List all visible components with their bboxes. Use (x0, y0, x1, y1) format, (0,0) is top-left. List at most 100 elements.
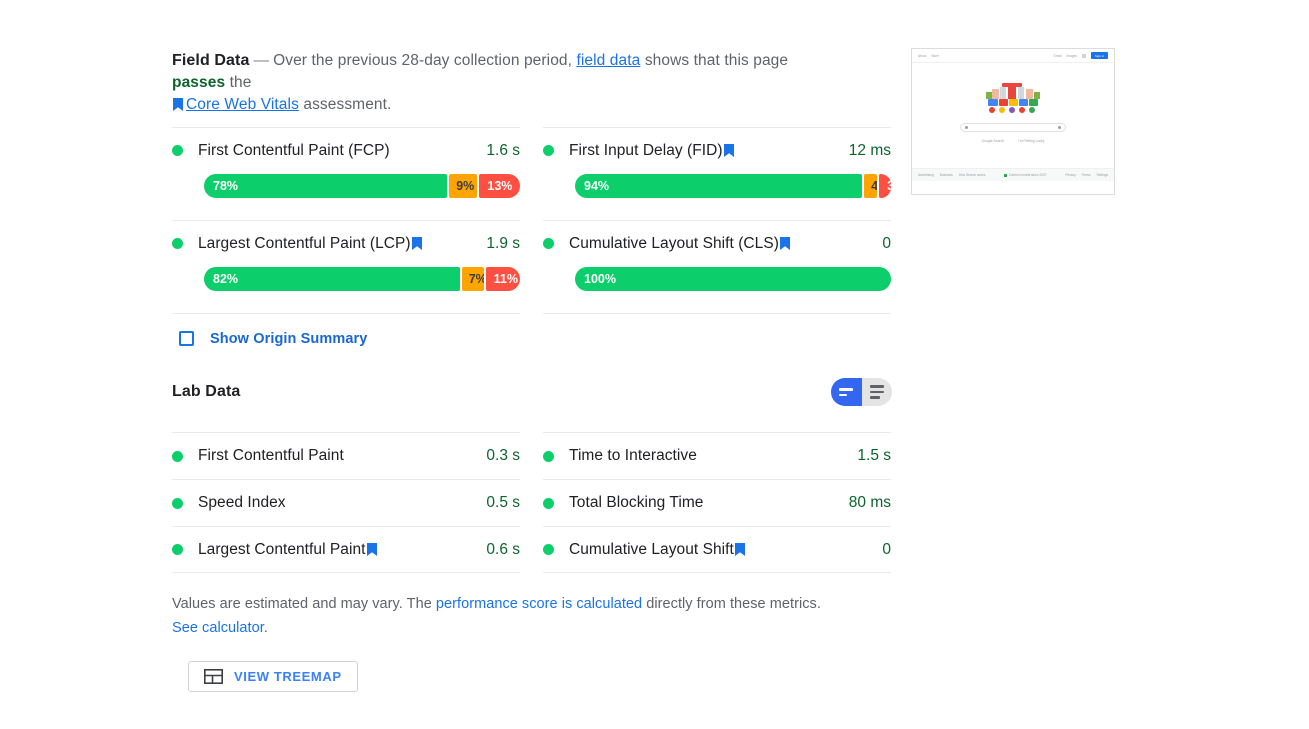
lab-metric-row: Total Blocking Time 80 ms (543, 479, 891, 526)
lab-data-header: Lab Data (172, 375, 892, 409)
field-metric-lcp: Largest Contentful Paint (LCP) 1.9 s 82%… (172, 220, 520, 291)
metric-name-text: Cumulative Layout Shift (CLS) (569, 234, 779, 252)
field-data-title: Field Data (172, 52, 250, 69)
status-dot-good (543, 450, 554, 462)
see-calculator-link[interactable]: See calculator. (172, 620, 268, 636)
thumbnail-footer-left: Advertising Business How Search works (918, 173, 985, 177)
collapsed-view-icon (839, 387, 854, 397)
distribution-bar: 100% (575, 267, 891, 291)
metric-name: Largest Contentful Paint (LCP) (198, 235, 486, 253)
metric-name: Time to Interactive (569, 447, 697, 464)
thumbnail-footer-right: Privacy Terms Settings (1065, 173, 1108, 177)
metric-name-text: First Input Delay (FID) (569, 141, 723, 159)
view-treemap-label: VIEW TREEMAP (234, 669, 342, 684)
field-metric-fid: First Input Delay (FID) 12 ms 94% 4% 3% (543, 127, 891, 198)
status-dot-good (172, 450, 183, 462)
distribution-segment-poor: 11% (485, 267, 520, 291)
field-metric-row: First Input Delay (FID) 12 ms (543, 127, 891, 169)
field-metric-row: Largest Contentful Paint (LCP) 1.9 s (172, 220, 520, 262)
thumbnail-lucky-button: I'm Feeling Lucky (1018, 139, 1045, 143)
status-dot-good (543, 544, 554, 555)
bookmark-icon (173, 98, 183, 111)
note-text-1: Values are estimated and may vary. The (172, 596, 432, 612)
footer-link: Terms (1081, 173, 1091, 177)
status-dot-good (543, 497, 554, 509)
thumbnail-link: Gmail (1053, 53, 1062, 58)
distribution-segment-poor: 13% (479, 174, 520, 198)
bookmark-icon (779, 236, 790, 250)
status-dot-good (172, 238, 183, 249)
lab-metrics-column-left: First Contentful Paint 0.3 s Speed Index… (172, 432, 520, 573)
toggle-expanded-view-button[interactable] (862, 378, 893, 406)
metric-value: 1.5 s (857, 447, 891, 464)
distribution-segment-poor: 3% (879, 174, 891, 198)
metric-name-text: Largest Contentful Paint (LCP) (198, 234, 411, 252)
lab-metric-row: Time to Interactive 1.5 s (543, 432, 891, 479)
lab-metric-row: Speed Index 0.5 s (172, 479, 520, 526)
lab-metric-row: First Contentful Paint 0.3 s (172, 432, 520, 479)
field-data-description: Field Data — Over the previous 28-day coll… (172, 50, 817, 116)
checkbox-unchecked-icon[interactable] (179, 331, 194, 346)
footer-link: Advertising (918, 173, 934, 177)
metric-value: 0 (882, 234, 891, 252)
thumbnail-search-button: Google Search (981, 139, 1005, 143)
metric-value: 0 (882, 540, 891, 558)
metric-value: 0.6 s (486, 540, 520, 558)
thumbnail-link: Store (931, 53, 939, 58)
status-dot-good (543, 145, 554, 156)
field-metrics-column-right: First Input Delay (FID) 12 ms 94% 4% 3% … (543, 127, 891, 353)
metric-value: 0.3 s (486, 447, 520, 464)
google-doodle-icon (986, 83, 1040, 113)
field-data-verdict: passes (172, 74, 226, 91)
thumbnail-nav-right: Gmail Images Sign in (1053, 52, 1108, 59)
thumbnail-link: About (918, 53, 927, 58)
performance-score-link[interactable]: performance score is calculated (436, 596, 642, 612)
note-text-2: directly from these metrics. (646, 596, 821, 612)
thumbnail-topbar: About Store Gmail Images Sign in (912, 49, 1114, 63)
field-data-section: Field Data — Over the previous 28-day coll… (172, 50, 892, 353)
status-dot-good (172, 544, 183, 555)
apps-grid-icon (1082, 53, 1086, 58)
search-icon (965, 126, 968, 129)
toggle-collapsed-view-button[interactable] (831, 378, 862, 406)
thumbnail-search-box (960, 123, 1066, 132)
thumbnail-search-buttons: Google Search I'm Feeling Lucky (982, 139, 1045, 143)
distribution-bar: 94% 4% 3% (575, 174, 891, 198)
field-metrics-column-left: First Contentful Paint (FCP) 1.6 s 78% 9… (172, 127, 520, 353)
metric-value: 12 ms (848, 141, 891, 159)
metric-value: 0.5 s (486, 494, 520, 511)
metric-name: Cumulative Layout Shift (569, 541, 882, 559)
footer-link: Settings (1096, 173, 1108, 177)
metric-name: Cumulative Layout Shift (CLS) (569, 235, 882, 253)
lab-data-title: Lab Data (172, 383, 241, 400)
thumbnail-nav-left: About Store (918, 54, 939, 58)
field-metric-fcp: First Contentful Paint (FCP) 1.6 s 78% 9… (172, 127, 520, 198)
thumbnail-footer: Advertising Business How Search works Ca… (912, 168, 1114, 181)
distribution-segment-average: 4% (864, 174, 878, 198)
field-metric-row: First Contentful Paint (FCP) 1.6 s (172, 127, 520, 169)
bookmark-icon (734, 542, 745, 556)
treemap-icon (204, 669, 223, 684)
thumbnail-body: Google Search I'm Feeling Lucky Advertis… (912, 63, 1114, 181)
metric-name: First Contentful Paint (198, 447, 344, 464)
core-web-vitals-link[interactable]: Core Web Vitals (186, 96, 299, 113)
footer-link: Business (939, 173, 953, 177)
view-treemap-button[interactable]: VIEW TREEMAP (188, 661, 358, 692)
thumbnail-footer-center: Carbon neutral since 2007 (1004, 173, 1047, 177)
field-metrics-grid: First Contentful Paint (FCP) 1.6 s 78% 9… (172, 127, 892, 353)
field-data-link[interactable]: field data (576, 52, 640, 69)
lab-metric-row: Cumulative Layout Shift 0 (543, 526, 891, 573)
metric-value: 1.6 s (486, 141, 520, 159)
bookmark-icon (411, 236, 422, 250)
show-origin-summary-toggle[interactable]: Show Origin Summary (172, 313, 520, 353)
distribution-segment-good: 78% (204, 174, 448, 198)
bookmark-icon (723, 143, 734, 157)
column-divider (543, 313, 891, 314)
expanded-view-icon (869, 385, 884, 399)
distribution-segment-average: 7% (461, 267, 484, 291)
distribution-bar: 78% 9% 13% (204, 174, 520, 198)
thumbnail-signin-button: Sign in (1091, 52, 1108, 59)
carbon-neutral-text: Carbon neutral since 2007 (1009, 173, 1047, 177)
footer-link: How Search works (958, 173, 986, 177)
view-mode-toggle[interactable] (831, 378, 892, 406)
